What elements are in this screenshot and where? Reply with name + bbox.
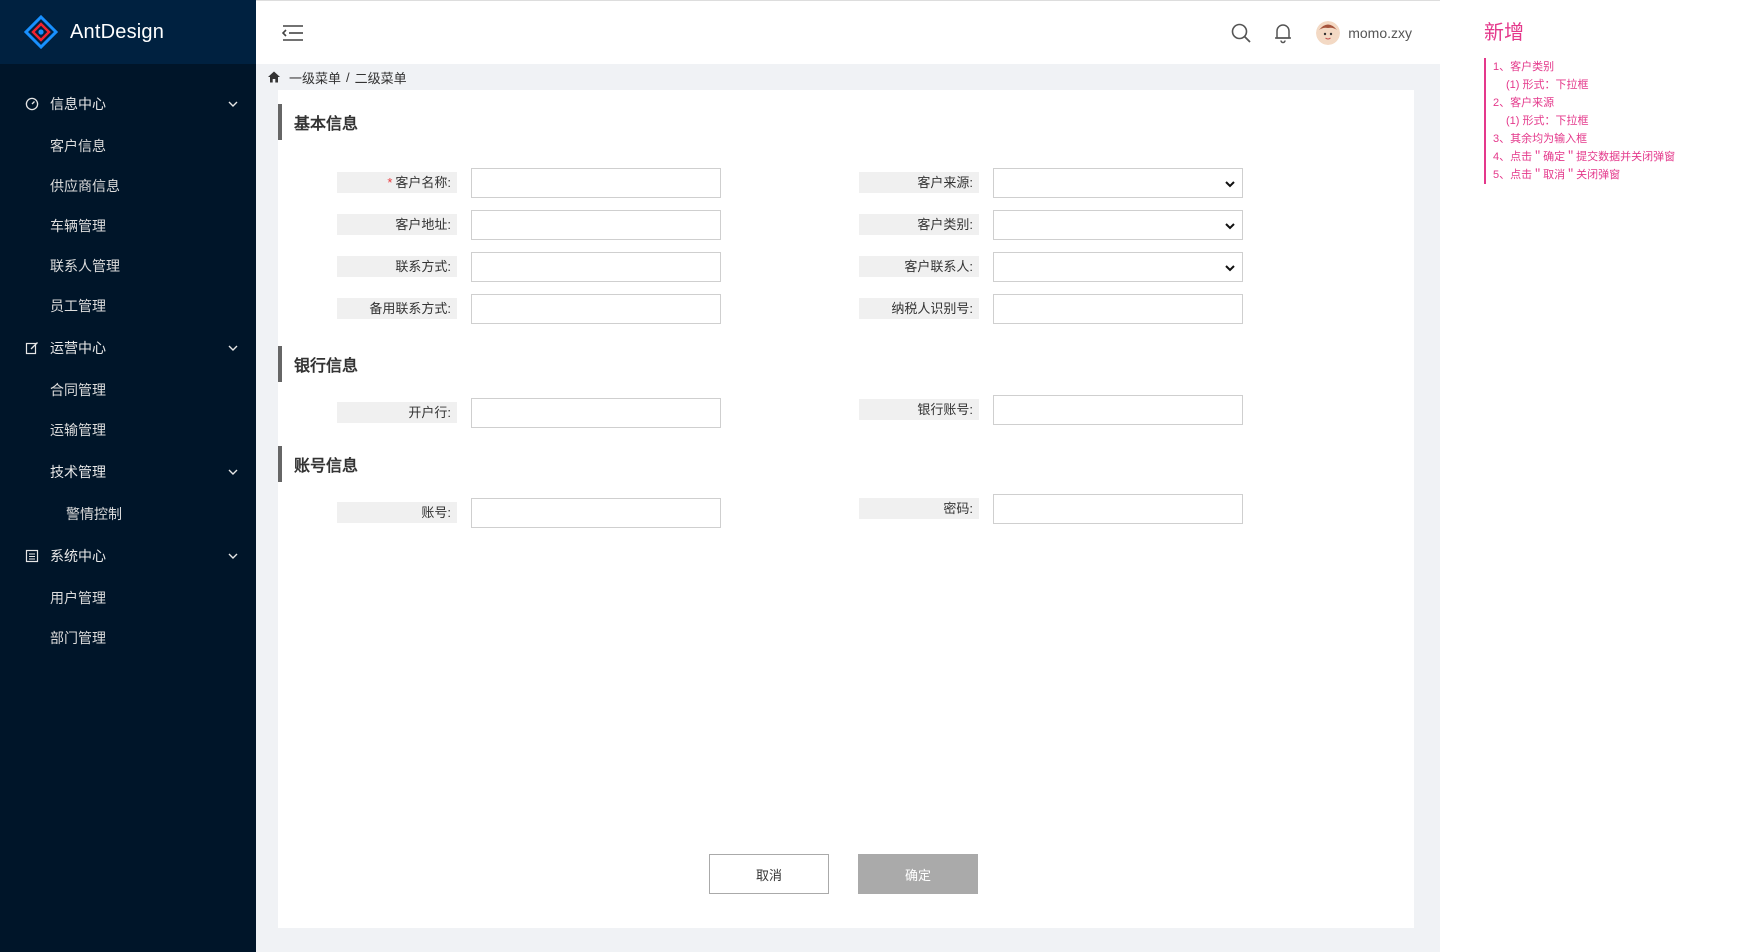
annotation-list: 1、客户类别 (1) 形式：下拉框 2、客户来源 (1) 形式：下拉框 3、其余…	[1484, 58, 1675, 184]
menu-item-transport[interactable]: 运输管理	[0, 410, 256, 450]
dashboard-icon	[24, 96, 40, 112]
chevron-down-icon	[228, 345, 238, 351]
section-bank-info: 银行信息	[278, 346, 358, 382]
customer-name-input[interactable]	[471, 168, 721, 198]
home-icon[interactable]	[267, 70, 281, 84]
password-input[interactable]	[993, 494, 1243, 524]
app-name: AntDesign	[70, 20, 165, 43]
customer-name-label: * 客户名称:	[337, 172, 457, 193]
customer-type-label: 客户类别:	[859, 214, 979, 235]
bank-name-input[interactable]	[471, 398, 721, 428]
annotation-title: 新增	[1484, 22, 1524, 44]
menu-item-alarm-control[interactable]: 警情控制	[0, 494, 256, 534]
taxpayer-id-label: 纳税人识别号:	[859, 298, 979, 319]
top-header: momo.zxy	[256, 0, 1440, 65]
annotation-line: 3、其余均为输入框	[1493, 133, 1588, 145]
bank-name-label: 开户行:	[337, 402, 457, 423]
customer-address-label: 客户地址:	[337, 214, 457, 235]
menu-group-tech-management[interactable]: 技术管理	[0, 450, 256, 494]
breadcrumb-level2: 二级菜单	[354, 70, 407, 86]
account-label: 账号:	[337, 502, 457, 523]
customer-source-select[interactable]	[993, 168, 1243, 198]
backup-contact-input[interactable]	[471, 294, 721, 324]
username[interactable]: momo.zxy	[1348, 25, 1412, 41]
customer-contact-label: 客户联系人:	[859, 256, 979, 277]
menu-group-label: 技术管理	[50, 464, 106, 480]
bell-icon[interactable]	[1272, 22, 1294, 44]
annotation-line: (1) 形式：下拉框	[1506, 115, 1589, 127]
confirm-button[interactable]: 确定	[858, 854, 978, 894]
menu-item-contracts[interactable]: 合同管理	[0, 370, 256, 410]
menu-item-users[interactable]: 用户管理	[0, 578, 256, 618]
taxpayer-id-input[interactable]	[993, 294, 1243, 324]
chevron-down-icon	[1225, 223, 1235, 230]
customer-source-label: 客户来源:	[859, 172, 979, 193]
section-basic-info: 基本信息	[278, 104, 358, 140]
chevron-down-icon	[1225, 265, 1235, 272]
menu-item-departments[interactable]: 部门管理	[0, 618, 256, 658]
contact-method-label: 联系方式:	[337, 256, 457, 277]
breadcrumb-separator: /	[346, 69, 350, 85]
password-label: 密码:	[859, 498, 979, 519]
list-icon	[24, 548, 40, 564]
sidebar: AntDesign 信息中心 客户信息 供应商信息 车辆管理 联系人管理 员工管…	[0, 0, 256, 952]
avatar[interactable]	[1316, 21, 1341, 45]
side-menu: 信息中心 客户信息 供应商信息 车辆管理 联系人管理 员工管理 运营中心 合同管…	[0, 82, 256, 658]
account-input[interactable]	[471, 498, 721, 528]
customer-contact-select[interactable]	[993, 252, 1243, 282]
annotation-line: 5、点击＂取消＂关闭弹窗	[1493, 169, 1621, 181]
annotation-panel: 新增 1、客户类别 (1) 形式：下拉框 2、客户来源 (1) 形式：下拉框 3…	[1440, 0, 1754, 952]
search-icon[interactable]	[1230, 22, 1252, 44]
chevron-down-icon	[228, 553, 238, 559]
chevron-down-icon	[228, 469, 238, 475]
bank-account-input[interactable]	[993, 395, 1243, 425]
section-account-info: 账号信息	[278, 446, 358, 482]
backup-contact-label: 备用联系方式:	[337, 298, 457, 319]
logo[interactable]: AntDesign	[0, 0, 256, 64]
customer-address-input[interactable]	[471, 210, 721, 240]
annotation-line: (1) 形式：下拉框	[1506, 79, 1589, 91]
customer-type-select[interactable]	[993, 210, 1243, 240]
menu-item-contacts[interactable]: 联系人管理	[0, 246, 256, 286]
required-mark: *	[387, 175, 393, 190]
menu-group-label: 系统中心	[50, 548, 106, 564]
menu-group-system-center[interactable]: 系统中心	[0, 534, 256, 578]
chevron-down-icon	[228, 101, 238, 107]
edit-icon	[24, 340, 40, 356]
contact-method-input[interactable]	[471, 252, 721, 282]
annotation-line: 4、点击＂确定＂提交数据并关闭弹窗	[1493, 151, 1676, 163]
annotation-line: 1、客户类别	[1493, 61, 1555, 73]
menu-group-operation-center[interactable]: 运营中心	[0, 326, 256, 370]
cancel-button[interactable]: 取消	[709, 854, 829, 894]
annotation-line: 2、客户来源	[1493, 97, 1555, 109]
menu-group-label: 运营中心	[50, 340, 106, 356]
menu-fold-icon[interactable]	[282, 23, 304, 43]
bank-account-label: 银行账号:	[859, 399, 979, 420]
breadcrumb: 一级菜单 / 二级菜单	[267, 67, 407, 87]
menu-group-label: 信息中心	[50, 96, 106, 112]
menu-group-info-center[interactable]: 信息中心	[0, 82, 256, 126]
chevron-down-icon	[1225, 181, 1235, 188]
antdesign-logo-icon	[24, 15, 58, 49]
header-actions: momo.zxy	[1210, 1, 1412, 65]
menu-item-supplier-info[interactable]: 供应商信息	[0, 166, 256, 206]
form-panel: 基本信息 * 客户名称: 客户来源: 客户地址: 客户类别: 联系方式: 客户联系…	[278, 90, 1414, 928]
menu-item-employees[interactable]: 员工管理	[0, 286, 256, 326]
breadcrumb-level1[interactable]: 一级菜单	[289, 68, 341, 87]
menu-item-vehicle[interactable]: 车辆管理	[0, 206, 256, 246]
menu-item-customer-info[interactable]: 客户信息	[0, 126, 256, 166]
